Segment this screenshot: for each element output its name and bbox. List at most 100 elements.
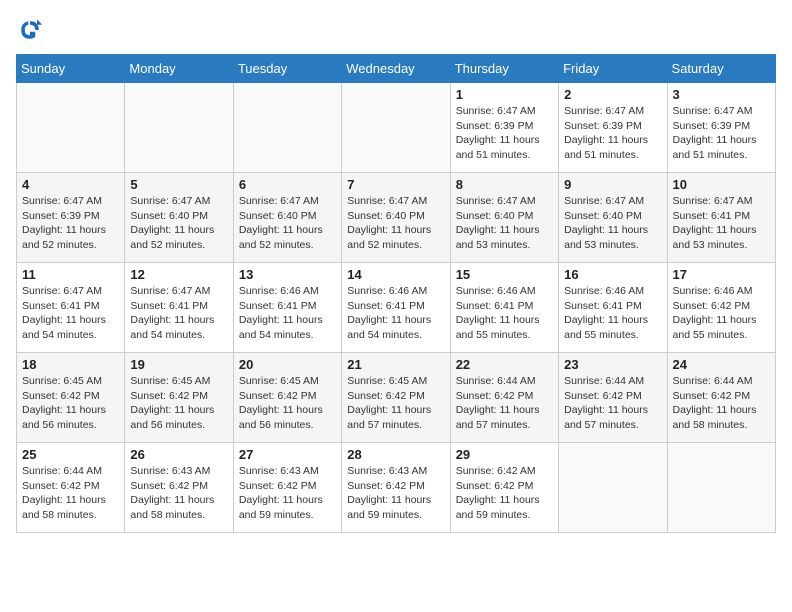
day-number: 3 [673,87,770,102]
calendar-header-tuesday: Tuesday [233,55,341,83]
day-number: 27 [239,447,336,462]
calendar-cell: 13 Sunrise: 6:46 AM Sunset: 6:41 PM Dayli… [233,263,341,353]
calendar-cell: 25Sunrise: 6:44 AM Sunset: 6:42 PM Dayli… [17,443,125,533]
calendar-cell: 4 Sunrise: 6:47 AM Sunset: 6:39 PM Daylig… [17,173,125,263]
calendar-header-monday: Monday [125,55,233,83]
day-info: Sunrise: 6:47 AM Sunset: 6:39 PM Dayligh… [564,104,661,163]
calendar-header-sunday: Sunday [17,55,125,83]
calendar-cell: 14Sunrise: 6:46 AM Sunset: 6:41 PM Dayli… [342,263,450,353]
day-number: 29 [456,447,553,462]
day-info: Sunrise: 6:47 AM Sunset: 6:40 PM Dayligh… [347,194,444,253]
calendar-cell [233,83,341,173]
day-info: Sunrise: 6:47 AM Sunset: 6:40 PM Dayligh… [239,194,336,253]
calendar-header-saturday: Saturday [667,55,775,83]
day-number: 16 [564,267,661,282]
day-info: Sunrise: 6:47 AM Sunset: 6:40 PM Dayligh… [456,194,553,253]
day-info: Sunrise: 6:45 AM Sunset: 6:42 PM Dayligh… [130,374,227,433]
day-info: Sunrise: 6:47 AM Sunset: 6:40 PM Dayligh… [564,194,661,253]
day-info: Sunrise: 6:47 AM Sunset: 6:41 PM Dayligh… [673,194,770,253]
day-number: 25 [22,447,119,462]
page-header [16,16,776,44]
logo [16,16,48,44]
calendar-cell: 10 Sunrise: 6:47 AM Sunset: 6:41 PM Dayli… [667,173,775,263]
calendar-cell: 2 Sunrise: 6:47 AM Sunset: 6:39 PM Daylig… [559,83,667,173]
day-number: 6 [239,177,336,192]
day-info: Sunrise: 6:44 AM Sunset: 6:42 PM Dayligh… [673,374,770,433]
day-number: 23 [564,357,661,372]
calendar-cell [559,443,667,533]
calendar-cell: 23 Sunrise: 6:44 AM Sunset: 6:42 PM Dayli… [559,353,667,443]
calendar-cell: 7 Sunrise: 6:47 AM Sunset: 6:40 PM Daylig… [342,173,450,263]
day-info: Sunrise: 6:47 AM Sunset: 6:39 PM Dayligh… [673,104,770,163]
calendar-cell: 17 Sunrise: 6:46 AM Sunset: 6:42 PM Dayli… [667,263,775,353]
day-number: 24 [673,357,770,372]
day-number: 1 [456,87,553,102]
calendar-cell: 20 Sunrise: 6:45 AM Sunset: 6:42 PM Dayli… [233,353,341,443]
day-number: 28 [347,447,444,462]
calendar-cell: 21 Sunrise: 6:45 AM Sunset: 6:42 PM Dayli… [342,353,450,443]
day-info: Sunrise: 6:44 AM Sunset: 6:42 PM Dayligh… [456,374,553,433]
day-info: Sunrise: 6:46 AM Sunset: 6:41 PM Dayligh… [564,284,661,343]
calendar-week-row: 25Sunrise: 6:44 AM Sunset: 6:42 PM Dayli… [17,443,776,533]
calendar-cell: 18 Sunrise: 6:45 AM Sunset: 6:42 PM Dayli… [17,353,125,443]
day-number: 15 [456,267,553,282]
day-number: 12 [130,267,227,282]
calendar-cell: 5 Sunrise: 6:47 AM Sunset: 6:40 PM Daylig… [125,173,233,263]
calendar-week-row: 11 Sunrise: 6:47 AM Sunset: 6:41 PM Dayli… [17,263,776,353]
day-number: 22 [456,357,553,372]
calendar-cell: 22 Sunrise: 6:44 AM Sunset: 6:42 PM Dayli… [450,353,558,443]
day-info: Sunrise: 6:43 AM Sunset: 6:42 PM Dayligh… [239,464,336,523]
calendar-cell: 8 Sunrise: 6:47 AM Sunset: 6:40 PM Daylig… [450,173,558,263]
day-info: Sunrise: 6:43 AM Sunset: 6:42 PM Dayligh… [347,464,444,523]
calendar-cell: 6 Sunrise: 6:47 AM Sunset: 6:40 PM Daylig… [233,173,341,263]
day-info: Sunrise: 6:43 AM Sunset: 6:42 PM Dayligh… [130,464,227,523]
calendar-header-thursday: Thursday [450,55,558,83]
calendar-header-wednesday: Wednesday [342,55,450,83]
day-number: 7 [347,177,444,192]
day-info: Sunrise: 6:45 AM Sunset: 6:42 PM Dayligh… [347,374,444,433]
calendar-cell: 19 Sunrise: 6:45 AM Sunset: 6:42 PM Dayli… [125,353,233,443]
calendar-cell: 1 Sunrise: 6:47 AM Sunset: 6:39 PM Daylig… [450,83,558,173]
calendar-cell: 16 Sunrise: 6:46 AM Sunset: 6:41 PM Dayli… [559,263,667,353]
calendar-table: SundayMondayTuesdayWednesdayThursdayFrid… [16,54,776,533]
day-number: 4 [22,177,119,192]
day-info: Sunrise: 6:46 AM Sunset: 6:42 PM Dayligh… [673,284,770,343]
day-number: 5 [130,177,227,192]
day-number: 20 [239,357,336,372]
day-info: Sunrise: 6:47 AM Sunset: 6:41 PM Dayligh… [130,284,227,343]
calendar-cell: 26 Sunrise: 6:43 AM Sunset: 6:42 PM Dayli… [125,443,233,533]
calendar-cell: 15Sunrise: 6:46 AM Sunset: 6:41 PM Dayli… [450,263,558,353]
calendar-cell [667,443,775,533]
calendar-week-row: 18 Sunrise: 6:45 AM Sunset: 6:42 PM Dayli… [17,353,776,443]
day-number: 26 [130,447,227,462]
calendar-cell [342,83,450,173]
day-number: 2 [564,87,661,102]
day-info: Sunrise: 6:44 AM Sunset: 6:42 PM Dayligh… [564,374,661,433]
day-number: 17 [673,267,770,282]
day-info: Sunrise: 6:47 AM Sunset: 6:39 PM Dayligh… [22,194,119,253]
calendar-week-row: 1 Sunrise: 6:47 AM Sunset: 6:39 PM Daylig… [17,83,776,173]
day-number: 11 [22,267,119,282]
day-info: Sunrise: 6:47 AM Sunset: 6:41 PM Dayligh… [22,284,119,343]
day-number: 13 [239,267,336,282]
calendar-header-friday: Friday [559,55,667,83]
day-info: Sunrise: 6:47 AM Sunset: 6:40 PM Dayligh… [130,194,227,253]
logo-icon [16,16,44,44]
day-info: Sunrise: 6:47 AM Sunset: 6:39 PM Dayligh… [456,104,553,163]
day-number: 19 [130,357,227,372]
day-number: 8 [456,177,553,192]
calendar-cell [125,83,233,173]
day-number: 14 [347,267,444,282]
day-number: 18 [22,357,119,372]
calendar-cell: 3 Sunrise: 6:47 AM Sunset: 6:39 PM Daylig… [667,83,775,173]
calendar-cell: 27 Sunrise: 6:43 AM Sunset: 6:42 PM Dayli… [233,443,341,533]
day-info: Sunrise: 6:45 AM Sunset: 6:42 PM Dayligh… [22,374,119,433]
day-number: 21 [347,357,444,372]
calendar-cell: 11 Sunrise: 6:47 AM Sunset: 6:41 PM Dayli… [17,263,125,353]
day-number: 10 [673,177,770,192]
calendar-header-row: SundayMondayTuesdayWednesdayThursdayFrid… [17,55,776,83]
calendar-cell [17,83,125,173]
calendar-cell: 28 Sunrise: 6:43 AM Sunset: 6:42 PM Dayli… [342,443,450,533]
day-info: Sunrise: 6:45 AM Sunset: 6:42 PM Dayligh… [239,374,336,433]
day-info: Sunrise: 6:46 AM Sunset: 6:41 PM Dayligh… [239,284,336,343]
